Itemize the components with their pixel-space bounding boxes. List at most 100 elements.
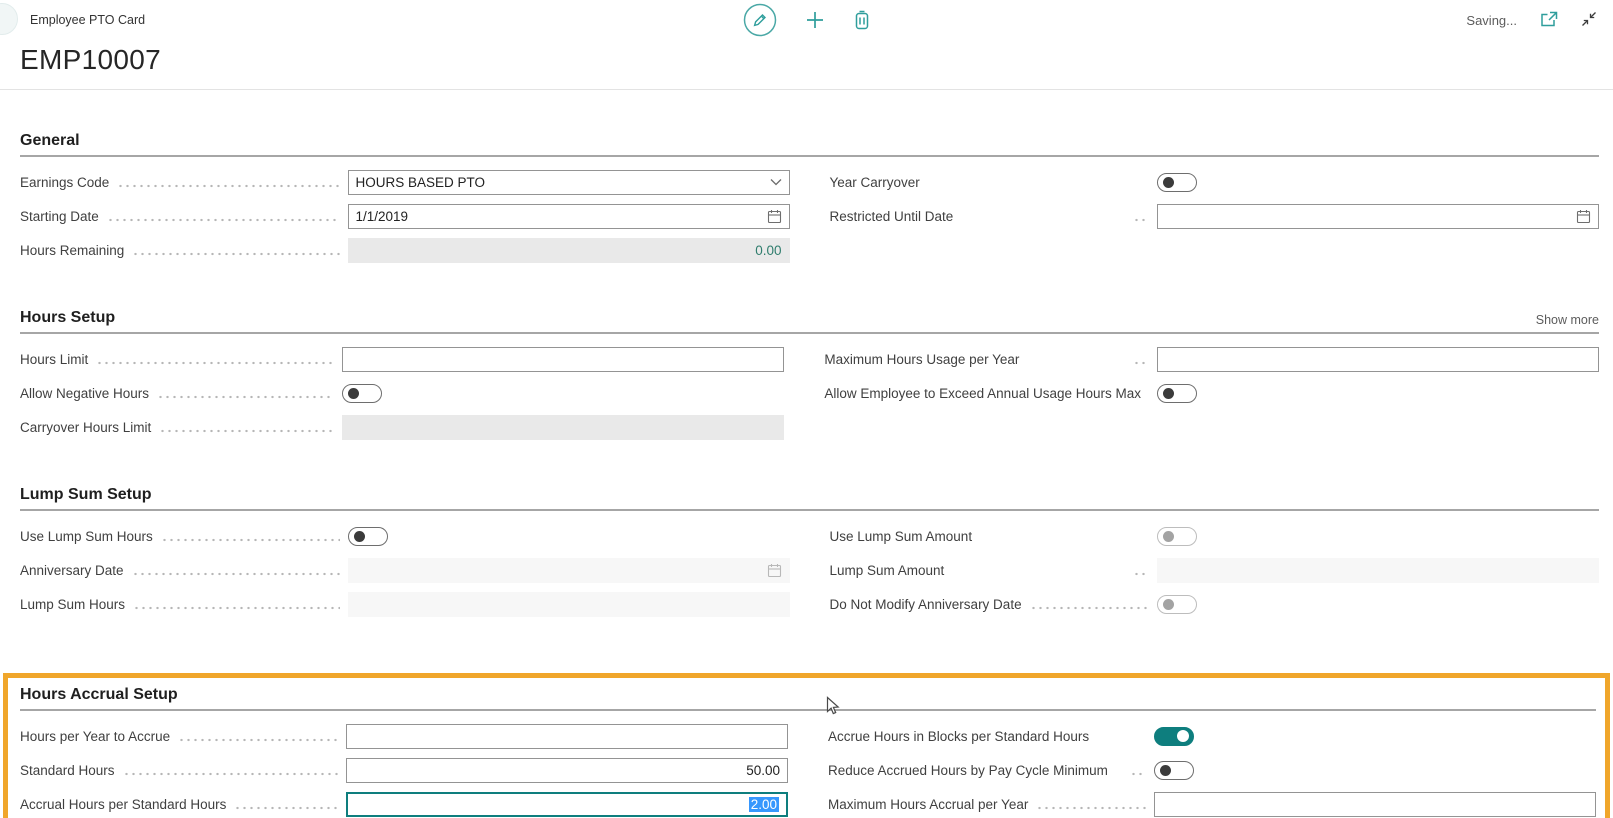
dotted-leader bbox=[132, 252, 339, 256]
field-accrual-hours-per-standard-hours: Accrual Hours per Standard Hours 2.00 bbox=[20, 787, 788, 818]
open-in-new-window-icon bbox=[1539, 10, 1559, 31]
toggle-knob bbox=[1163, 177, 1174, 188]
hours-limit-input[interactable] bbox=[342, 347, 784, 372]
do-not-modify-anniversary-date-label: Do Not Modify Anniversary Date bbox=[830, 597, 1022, 612]
maximum-hours-usage-per-year-input[interactable] bbox=[1157, 347, 1599, 372]
field-standard-hours: Standard Hours 50.00 bbox=[20, 753, 788, 787]
field-maximum-hours-accrual-per-year: Maximum Hours Accrual per Year bbox=[828, 787, 1596, 818]
field-allow-negative-hours: Allow Negative Hours bbox=[20, 376, 784, 410]
lump-sum-left-column: Use Lump Sum Hours Anniversary Date Lump… bbox=[20, 519, 790, 621]
toggle-knob bbox=[1163, 599, 1174, 610]
title-divider bbox=[0, 89, 1613, 90]
allow-negative-hours-label: Allow Negative Hours bbox=[20, 386, 149, 401]
field-hours-remaining: Hours Remaining 0.00 bbox=[20, 233, 790, 267]
field-hours-per-year-to-accrue: Hours per Year to Accrue bbox=[20, 719, 788, 753]
delete-button[interactable] bbox=[852, 9, 872, 34]
restricted-until-date-input[interactable] bbox=[1157, 204, 1599, 229]
use-lump-sum-amount-toggle bbox=[1157, 527, 1197, 546]
section-title: General bbox=[20, 132, 80, 150]
field-earnings-code: Earnings Code HOURS BASED PTO bbox=[20, 165, 790, 199]
lump-sum-right-column: Use Lump Sum Amount Lump Sum Amount Do N… bbox=[830, 519, 1600, 621]
calendar-icon[interactable] bbox=[767, 209, 782, 224]
carryover-hours-limit-readonly-field bbox=[342, 415, 784, 440]
window-controls: Saving... bbox=[1466, 10, 1597, 31]
hours-accrual-right-column: Accrue Hours in Blocks per Standard Hour… bbox=[828, 719, 1596, 818]
accrual-hours-per-standard-hours-label: Accrual Hours per Standard Hours bbox=[20, 797, 226, 812]
new-button[interactable] bbox=[804, 9, 826, 34]
field-carryover-hours-limit: Carryover Hours Limit bbox=[20, 410, 784, 444]
field-lump-sum-hours: Lump Sum Hours bbox=[20, 587, 790, 621]
section-hours-accrual-setup: Hours Accrual Setup Hours per Year to Ac… bbox=[8, 686, 1605, 818]
field-maximum-hours-usage-per-year: Maximum Hours Usage per Year bbox=[824, 342, 1599, 376]
corner-circle-decoration bbox=[0, 3, 18, 35]
dotted-leader bbox=[157, 395, 334, 399]
reduce-accrued-hours-toggle[interactable] bbox=[1154, 761, 1194, 780]
page-type-caption: Employee PTO Card bbox=[30, 13, 145, 27]
open-in-new-window-button[interactable] bbox=[1539, 10, 1559, 31]
section-hours-accrual-setup-header: Hours Accrual Setup bbox=[20, 686, 1596, 711]
standard-hours-input[interactable]: 50.00 bbox=[346, 758, 788, 783]
section-lump-sum-setup: Lump Sum Setup Use Lump Sum Hours Annive… bbox=[0, 486, 1613, 621]
section-hours-setup: Hours Setup Show more Hours Limit Allow … bbox=[0, 309, 1613, 444]
section-title: Hours Setup bbox=[20, 309, 115, 327]
dotted-leader bbox=[96, 361, 334, 365]
pencil-circle-icon bbox=[742, 2, 778, 41]
saving-status: Saving... bbox=[1466, 13, 1517, 28]
field-restricted-until-date: Restricted Until Date bbox=[830, 199, 1600, 233]
starting-date-input[interactable]: 1/1/2019 bbox=[348, 204, 790, 229]
earnings-code-select[interactable]: HOURS BASED PTO bbox=[348, 170, 790, 195]
calendar-icon bbox=[767, 563, 782, 578]
section-general: General Earnings Code HOURS BASED PTO St… bbox=[0, 132, 1613, 267]
dotted-leader bbox=[1116, 772, 1146, 776]
use-lump-sum-hours-toggle[interactable] bbox=[348, 527, 388, 546]
field-reduce-accrued-hours: Reduce Accrued Hours by Pay Cycle Minimu… bbox=[828, 753, 1596, 787]
dotted-leader bbox=[133, 606, 339, 610]
toggle-knob bbox=[1163, 531, 1174, 542]
field-anniversary-date: Anniversary Date bbox=[20, 553, 790, 587]
show-more-link[interactable]: Show more bbox=[1536, 313, 1599, 327]
hours-per-year-to-accrue-label: Hours per Year to Accrue bbox=[20, 729, 170, 744]
allow-employee-to-exceed-label: Allow Employee to Exceed Annual Usage Ho… bbox=[824, 386, 1141, 401]
hours-setup-left-column: Hours Limit Allow Negative Hours Carryov… bbox=[20, 342, 784, 444]
hours-remaining-readonly-field: 0.00 bbox=[348, 238, 790, 263]
edit-button[interactable] bbox=[742, 2, 778, 41]
hours-per-year-to-accrue-input[interactable] bbox=[346, 724, 788, 749]
lump-sum-hours-label: Lump Sum Hours bbox=[20, 597, 125, 612]
accrue-hours-in-blocks-toggle[interactable] bbox=[1154, 727, 1194, 746]
toggle-knob bbox=[1163, 388, 1174, 399]
calendar-icon[interactable] bbox=[1576, 209, 1591, 224]
chevron-down-icon[interactable] bbox=[770, 178, 782, 186]
do-not-modify-anniversary-date-toggle bbox=[1157, 595, 1197, 614]
toggle-knob bbox=[1160, 765, 1171, 776]
year-carryover-label: Year Carryover bbox=[830, 175, 920, 190]
trash-icon bbox=[852, 9, 872, 34]
dotted-leader bbox=[132, 572, 340, 576]
field-lump-sum-amount: Lump Sum Amount bbox=[830, 553, 1600, 587]
field-accrue-hours-in-blocks: Accrue Hours in Blocks per Standard Hour… bbox=[828, 719, 1596, 753]
starting-date-value: 1/1/2019 bbox=[356, 209, 409, 224]
maximum-hours-accrual-per-year-input[interactable] bbox=[1154, 792, 1596, 817]
lump-sum-hours-disabled-field bbox=[348, 592, 790, 617]
field-use-lump-sum-amount: Use Lump Sum Amount bbox=[830, 519, 1600, 553]
section-general-header: General bbox=[20, 132, 1599, 157]
allow-employee-to-exceed-toggle[interactable] bbox=[1157, 384, 1197, 403]
collapse-view-button[interactable] bbox=[1581, 11, 1597, 30]
toggle-knob bbox=[354, 531, 365, 542]
section-title: Lump Sum Setup bbox=[20, 486, 152, 504]
accrual-hours-per-standard-hours-input-focused[interactable]: 2.00 bbox=[346, 792, 788, 817]
standard-hours-label: Standard Hours bbox=[20, 763, 115, 778]
general-left-column: Earnings Code HOURS BASED PTO Starting D… bbox=[20, 165, 790, 267]
reduce-accrued-hours-label: Reduce Accrued Hours by Pay Cycle Minimu… bbox=[828, 763, 1108, 778]
allow-negative-hours-toggle[interactable] bbox=[342, 384, 382, 403]
dotted-leader bbox=[952, 572, 1149, 576]
maximum-hours-accrual-per-year-label: Maximum Hours Accrual per Year bbox=[828, 797, 1028, 812]
lump-sum-amount-label: Lump Sum Amount bbox=[830, 563, 945, 578]
use-lump-sum-hours-label: Use Lump Sum Hours bbox=[20, 529, 153, 544]
dotted-leader bbox=[961, 218, 1149, 222]
section-lump-sum-setup-header: Lump Sum Setup bbox=[20, 486, 1599, 511]
toggle-knob bbox=[1177, 730, 1189, 742]
dotted-leader bbox=[159, 429, 334, 433]
top-bar: Employee PTO Card bbox=[0, 0, 1613, 40]
year-carryover-toggle[interactable] bbox=[1157, 173, 1197, 192]
dotted-leader bbox=[123, 772, 338, 776]
